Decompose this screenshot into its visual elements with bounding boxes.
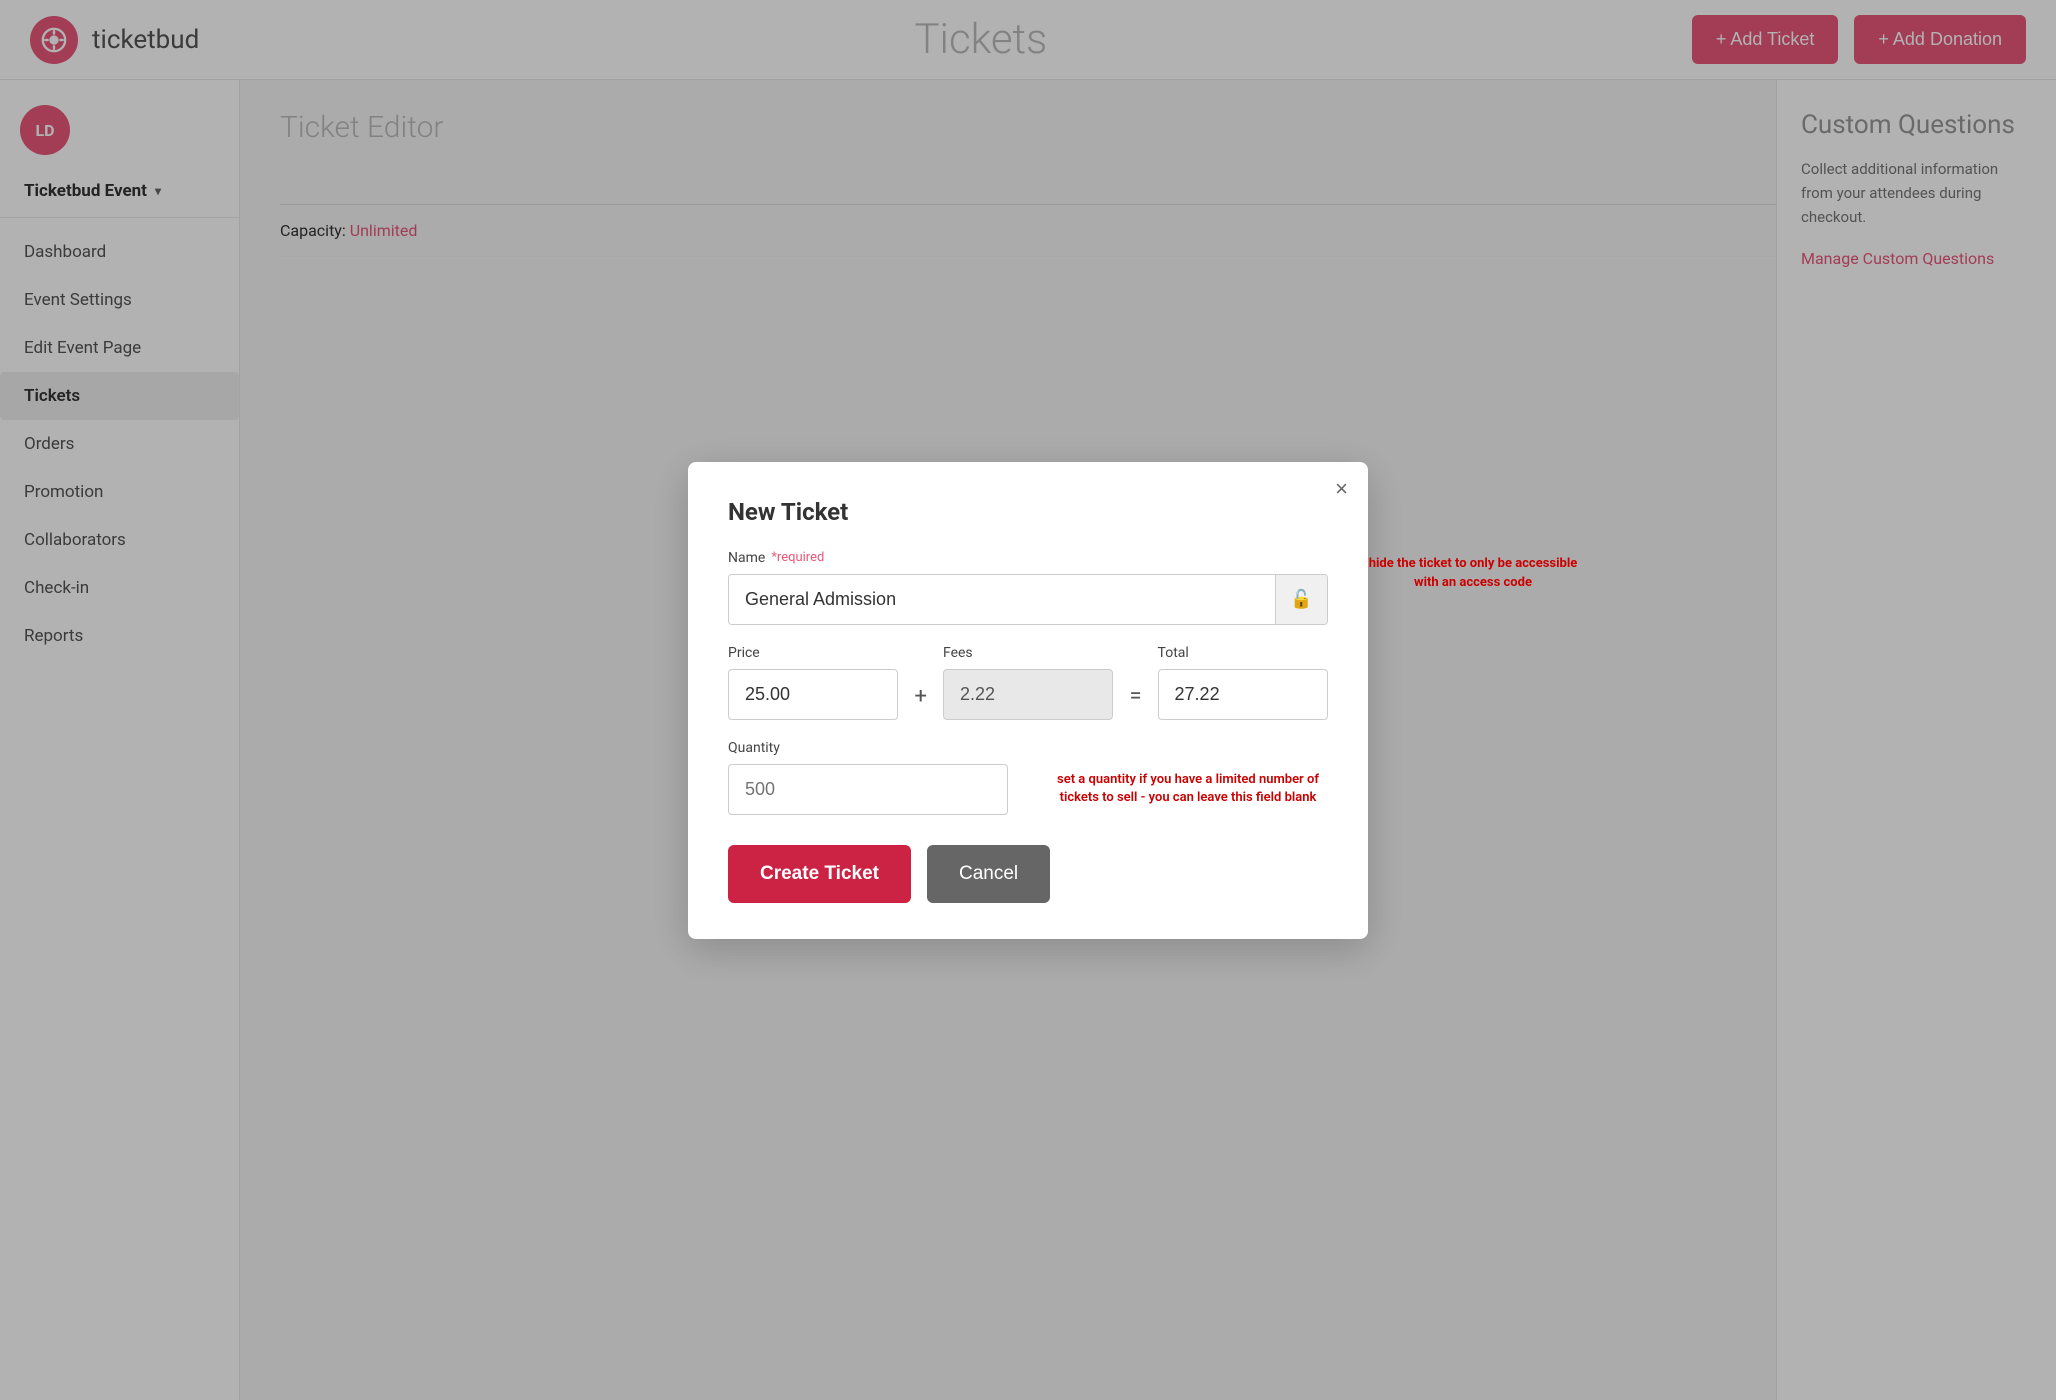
fees-section: Fees	[943, 645, 1113, 720]
quantity-form-group: Quantity set a quantity if you have a li…	[728, 740, 1328, 815]
create-ticket-button[interactable]: Create Ticket	[728, 845, 911, 903]
equals-symbol: =	[1129, 684, 1141, 709]
name-input[interactable]	[729, 575, 1275, 624]
name-label: Name *required	[728, 550, 1328, 566]
total-input	[1158, 669, 1328, 720]
quantity-label: Quantity	[728, 740, 1328, 756]
plus-symbol: +	[914, 684, 926, 709]
new-ticket-modal: × New Ticket Name *required 🔓 hide the t…	[688, 462, 1368, 939]
price-fees-total-row: Price + Fees = Total	[728, 645, 1328, 720]
cancel-button[interactable]: Cancel	[927, 845, 1050, 903]
lock-annotation: hide the ticket to only be accessible wi…	[1358, 554, 1588, 593]
price-input[interactable]	[728, 669, 898, 720]
quantity-wrapper: set a quantity if you have a limited num…	[728, 764, 1328, 815]
modal-close-button[interactable]: ×	[1335, 478, 1348, 500]
fees-label: Fees	[943, 645, 1113, 661]
modal-title: New Ticket	[728, 498, 1328, 526]
name-required-label: *required	[771, 550, 824, 565]
price-label: Price	[728, 645, 898, 661]
lock-button[interactable]: 🔓	[1275, 575, 1327, 624]
quantity-annotation: set a quantity if you have a limited num…	[1048, 771, 1328, 807]
quantity-input[interactable]	[728, 764, 1008, 815]
name-input-wrapper: 🔓	[728, 574, 1328, 625]
name-form-group: Name *required 🔓 hide the ticket to only…	[728, 550, 1328, 625]
modal-overlay: × New Ticket Name *required 🔓 hide the t…	[0, 0, 2056, 1400]
lock-icon: 🔓	[1290, 589, 1312, 610]
total-section: Total	[1158, 645, 1328, 720]
price-section: Price	[728, 645, 898, 720]
name-input-container: 🔓 hide the ticket to only be accessible …	[728, 574, 1328, 625]
fees-input	[943, 669, 1113, 720]
total-label: Total	[1158, 645, 1328, 661]
modal-actions: Create Ticket Cancel	[728, 845, 1328, 903]
